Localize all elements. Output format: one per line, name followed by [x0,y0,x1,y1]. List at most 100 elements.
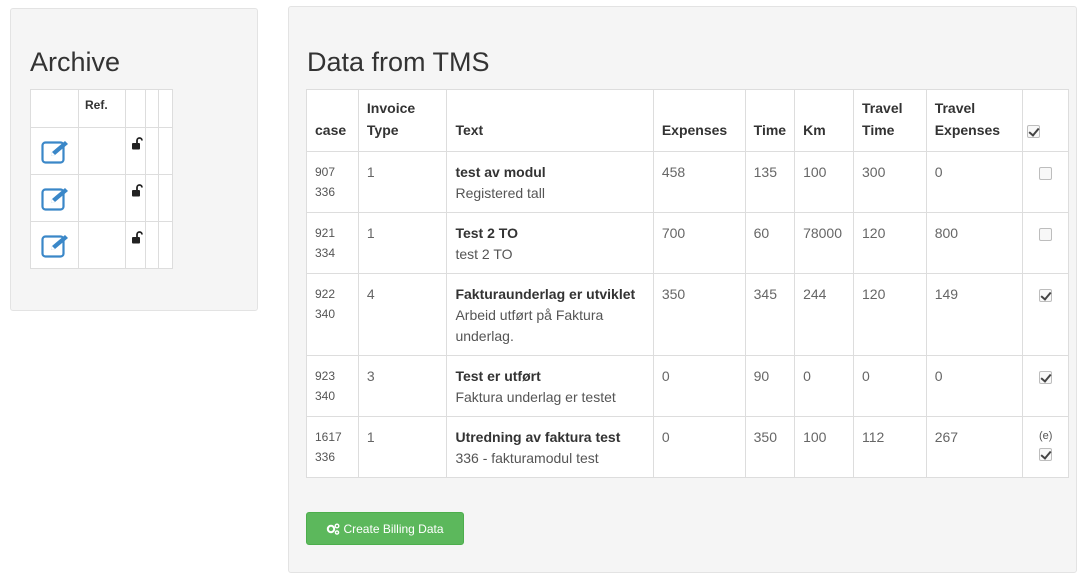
tms-title: Data from TMS [307,47,490,77]
header-travel-expenses: Travel Expenses [925,89,1024,152]
km-cell: 100 [794,151,855,213]
travel-expenses-cell: 800 [925,212,1024,274]
row-title: test av modul [455,164,546,180]
archive-edit-cell [30,127,79,175]
expenses-cell: 700 [652,212,746,274]
row-title: Test er utført [455,368,541,384]
archive-ref-cell [78,221,126,269]
archive-extra-cell [158,221,173,269]
case-sub: 336 [315,185,336,199]
row-description: 336 - fakturamodul test [455,450,599,466]
select-cell [1022,273,1069,356]
select-cell: (e) [1022,416,1069,478]
row-checkbox[interactable] [1039,370,1053,384]
archive-header-extra [145,89,159,128]
create-billing-data-button[interactable]: Create Billing Data [306,512,464,545]
case-sub: 334 [315,246,336,260]
edit-icon[interactable] [41,233,71,259]
row-checkbox[interactable] [1039,447,1053,461]
case-id: 907 [315,165,336,179]
expenses-cell: 458 [652,151,746,213]
table-row: 923 340 3 Test er utført Faktura underlag er… [306,355,1069,417]
edit-icon[interactable] [41,139,71,165]
case-sub: 336 [315,450,336,464]
tms-panel: Data from TMS case Invoice Type Text Exp… [288,6,1077,573]
edit-icon[interactable] [41,186,71,212]
invoice-type-cell: 4 [357,273,448,356]
archive-header-edit [30,89,79,128]
invoice-type-cell: 1 [357,416,448,478]
header-km: Km [794,89,855,152]
unlock-icon[interactable] [131,184,143,197]
archive-extra-cell [145,221,159,269]
archive-edit-cell [30,221,79,269]
travel-expenses-cell: 0 [925,355,1024,417]
invoice-type-cell: 3 [357,355,448,417]
km-cell: 244 [794,273,855,356]
archive-extra-cell [158,174,173,222]
archive-header-ref: Ref. [78,89,126,128]
time-cell: 135 [744,151,796,213]
row-flag: (e) [1038,430,1053,442]
km-cell: 0 [794,355,855,417]
travel-expenses-cell: 0 [925,151,1024,213]
archive-extra-cell [145,127,159,175]
archive-header-row: Ref. [30,89,173,128]
invoice-type-cell: 1 [357,151,448,213]
case-cell: 922 340 [306,273,359,356]
cogs-icon [327,523,340,535]
table-row: 1617 336 1 Utredning av faktura test 336 - f… [306,416,1069,478]
case-id: 921 [315,226,336,240]
text-cell: Fakturaunderlag er utviklet Arbeid utført… [446,273,654,356]
km-cell: 100 [794,416,855,478]
header-travel-time: Travel Time [853,89,927,152]
text-cell: Test 2 TO test 2 TO [446,212,654,274]
archive-ref-cell [78,174,126,222]
row-description: Faktura underlag er testet [455,389,616,405]
header-case: case [306,89,359,152]
travel-time-cell: 120 [853,273,927,356]
archive-ref-cell [78,127,126,175]
case-sub: 340 [315,389,336,403]
archive-title: Archive [30,47,121,77]
travel-expenses-cell: 149 [925,273,1024,356]
header-time: Time [744,89,796,152]
expenses-cell: 350 [652,273,746,356]
case-id: 923 [315,369,336,383]
unlock-icon[interactable] [131,231,143,244]
archive-header-extra [158,89,173,128]
km-cell: 78000 [794,212,855,274]
archive-table: Ref. [30,89,173,269]
archive-edit-cell [30,174,79,222]
archive-lock-cell [125,127,146,175]
travel-expenses-cell: 267 [925,416,1024,478]
row-checkbox[interactable] [1039,166,1053,180]
archive-extra-cell [145,174,159,222]
header-text: Text [446,89,654,152]
tms-table: case Invoice Type Text Expenses Time Km … [306,89,1069,478]
row-checkbox[interactable] [1039,227,1053,241]
case-cell: 921 334 [306,212,359,274]
time-cell: 90 [744,355,796,417]
expenses-cell: 0 [652,416,746,478]
row-checkbox[interactable] [1039,288,1053,302]
time-cell: 345 [744,273,796,356]
case-cell: 907 336 [306,151,359,213]
time-cell: 60 [744,212,796,274]
table-row: 921 334 1 Test 2 TO test 2 TO 700 60 78000 120 80… [306,212,1069,274]
archive-lock-cell [125,174,146,222]
select-cell [1022,212,1069,274]
unlock-icon[interactable] [131,137,143,150]
case-cell: 1617 336 [306,416,359,478]
travel-time-cell: 0 [853,355,927,417]
row-title: Utredning av faktura test [455,429,621,445]
row-title: Fakturaunderlag er utviklet [455,286,636,302]
case-id: 922 [315,287,336,301]
text-cell: Utredning av faktura test 336 - fakturamo… [446,416,654,478]
select-all-checkbox[interactable] [1027,124,1041,138]
expenses-cell: 0 [652,355,746,417]
travel-time-cell: 112 [853,416,927,478]
case-cell: 923 340 [306,355,359,417]
archive-row [30,127,173,175]
row-description: test 2 TO [455,246,513,262]
